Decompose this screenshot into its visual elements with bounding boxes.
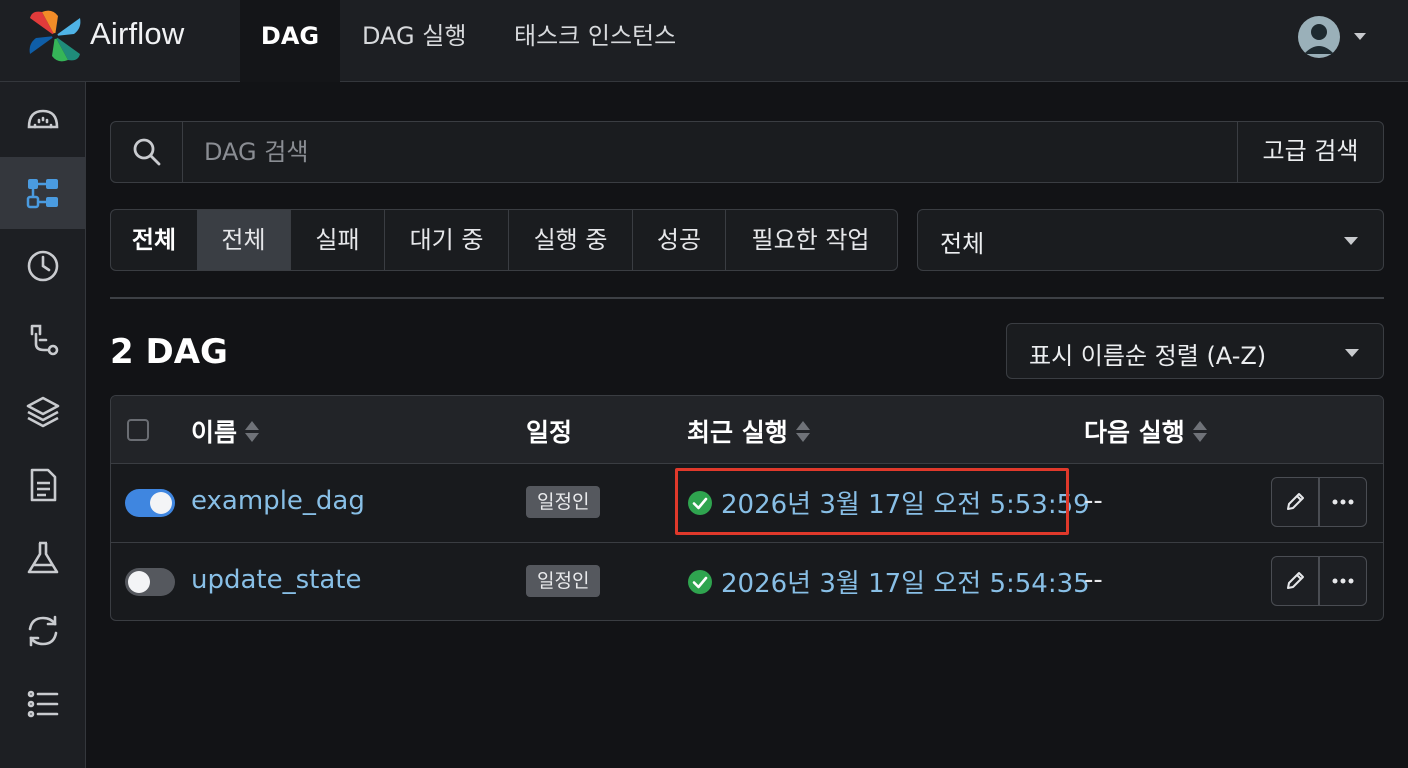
- next-run-value: --: [1084, 486, 1103, 516]
- more-horizontal-icon: [1332, 578, 1354, 584]
- filter-all-button[interactable]: 전체: [197, 210, 290, 270]
- tab-dag-runs[interactable]: DAG 실행: [340, 0, 488, 82]
- column-header-schedule: 일정: [526, 418, 573, 447]
- user-icon: [1304, 24, 1334, 54]
- edit-button[interactable]: [1271, 556, 1319, 606]
- sidebar-item-layers[interactable]: [0, 376, 85, 448]
- success-check-icon: [688, 569, 712, 594]
- filter-success-button[interactable]: 성공: [632, 210, 725, 270]
- sort-icon: [795, 420, 810, 442]
- layers-icon: [26, 396, 59, 428]
- last-run-date: 2026년 3월 17일 오전 5:54:35: [721, 569, 1090, 599]
- advanced-search-button[interactable]: 고급 검색: [1237, 122, 1383, 182]
- column-header-name[interactable]: 이름: [191, 413, 260, 449]
- app-name[interactable]: Airflow: [90, 16, 184, 52]
- search-button[interactable]: [111, 122, 183, 182]
- filter-needs-action-button[interactable]: 필요한 작업: [725, 210, 895, 270]
- dag-pause-toggle[interactable]: [125, 568, 175, 596]
- schedule-badge: 일정인: [526, 486, 601, 518]
- chevron-down-icon: [1345, 349, 1359, 357]
- dag-name-link[interactable]: update_state: [191, 565, 361, 595]
- sidebar-item-assets[interactable]: [0, 303, 85, 375]
- sort-select-value: 표시 이름순 정렬 (A-Z): [1029, 342, 1267, 370]
- dashboard-icon: [27, 109, 58, 129]
- sidebar-item-list[interactable]: [0, 668, 85, 740]
- sidebar-item-refresh[interactable]: [0, 595, 85, 667]
- pencil-icon: [1287, 572, 1304, 589]
- filter-failed-button[interactable]: 실패: [290, 210, 384, 270]
- asset-icon: [30, 324, 58, 356]
- table-row: update_state 일정인 2026년 3월 17일 오전 5:54:35…: [111, 542, 1383, 620]
- owner-select[interactable]: 전체: [917, 209, 1384, 271]
- tab-dag[interactable]: DAG: [240, 0, 340, 82]
- sidebar-item-documents[interactable]: [0, 449, 85, 521]
- sort-icon: [245, 420, 260, 442]
- airflow-logo-icon[interactable]: [26, 8, 84, 64]
- schedule-badge: 일정인: [526, 565, 601, 597]
- dag-name-link[interactable]: example_dag: [191, 486, 365, 516]
- next-run-value: --: [1084, 565, 1103, 595]
- user-menu-chevron-down-icon[interactable]: [1354, 33, 1366, 40]
- tab-task-instances[interactable]: 태스크 인스턴스: [492, 0, 698, 82]
- search-icon: [133, 138, 160, 166]
- dag-pause-toggle[interactable]: [125, 489, 175, 517]
- divider: [110, 297, 1384, 299]
- owner-select-value: 전체: [940, 230, 985, 258]
- filter-label: 전체: [131, 226, 177, 254]
- more-actions-button[interactable]: [1319, 477, 1367, 527]
- sidebar-item-history[interactable]: [0, 230, 85, 302]
- table-header: 이름 일정 최근 실행 다음 실행: [111, 396, 1383, 464]
- column-header-next-run[interactable]: 다음 실행: [1084, 413, 1207, 449]
- history-icon: [27, 250, 58, 282]
- more-actions-button[interactable]: [1319, 556, 1367, 606]
- filter-queued-button[interactable]: 대기 중: [384, 210, 508, 270]
- dag-list-icon: [26, 179, 58, 209]
- filter-running-button[interactable]: 실행 중: [508, 210, 632, 270]
- chevron-down-icon: [1344, 237, 1358, 245]
- edit-button[interactable]: [1271, 477, 1319, 527]
- more-horizontal-icon: [1332, 499, 1354, 505]
- highlight-box: [675, 468, 1069, 535]
- sort-select[interactable]: 표시 이름순 정렬 (A-Z): [1006, 323, 1384, 379]
- dag-count: 2 DAG: [110, 332, 228, 372]
- state-filter-group: 전체 전체 실패 대기 중 실행 중 성공 필요한 작업: [110, 209, 898, 271]
- document-icon: [30, 468, 56, 502]
- sort-icon: [1192, 420, 1207, 442]
- dag-search-bar: 고급 검색: [110, 121, 1384, 183]
- user-avatar[interactable]: [1298, 16, 1340, 58]
- top-bar: Airflow DAG DAG 실행 태스크 인스턴스: [0, 0, 1408, 82]
- search-input[interactable]: [184, 122, 1238, 182]
- sidebar-item-dags[interactable]: [0, 157, 85, 229]
- select-all-checkbox[interactable]: [127, 419, 149, 441]
- last-run-cell[interactable]: 2026년 3월 17일 오전 5:54:35: [687, 563, 1090, 600]
- pencil-icon: [1287, 493, 1304, 510]
- sidebar-item-flask[interactable]: [0, 522, 85, 594]
- refresh-icon: [28, 615, 57, 647]
- column-header-last-run[interactable]: 최근 실행: [687, 413, 810, 449]
- list-icon: [27, 690, 58, 718]
- flask-icon: [27, 541, 58, 574]
- sidebar-item-dashboard[interactable]: [0, 84, 85, 156]
- sidebar: [0, 82, 86, 768]
